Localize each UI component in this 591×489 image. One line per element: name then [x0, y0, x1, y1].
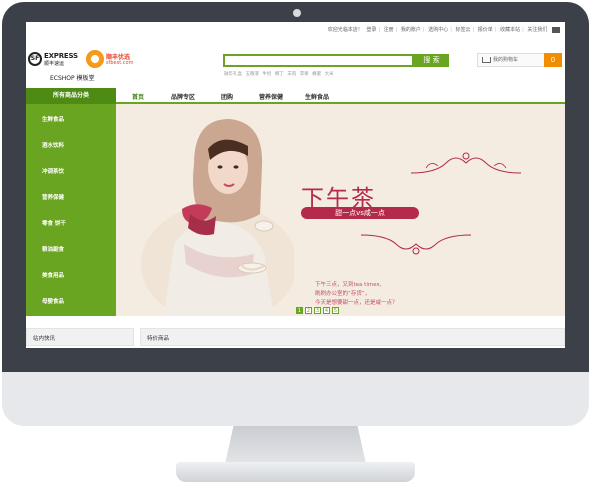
search-button[interactable]: 搜 索 [414, 54, 449, 67]
ornament-bottom [360, 234, 472, 255]
my-account-link[interactable]: 我的账户 [400, 27, 422, 33]
banner-line: 刷刷办公室的“存货”， [315, 291, 371, 297]
camera-dot [293, 9, 301, 17]
hot-keyword[interactable]: 牛奶 [262, 72, 271, 77]
hot-keyword[interactable]: 五粮液 [245, 72, 259, 77]
banner-line: 下午三点，又到tea times, [315, 282, 382, 288]
cart-count-badge[interactable]: 0 [544, 53, 562, 67]
nav-item-home[interactable]: 首页 [132, 92, 144, 101]
tag-cloud-link[interactable]: 标签云 [455, 27, 472, 33]
hot-keyword[interactable]: 羊肉 [287, 72, 296, 77]
special-panel-title: 特价商品 [140, 328, 565, 346]
cart-label: 我的购物车 [493, 57, 519, 63]
category-item[interactable]: 生鲜食品 [42, 115, 64, 123]
hot-keyword[interactable]: 大米 [325, 72, 334, 77]
login-link[interactable]: 登录 [365, 27, 377, 33]
edition-label: ECSHOP 模板堂 [50, 75, 95, 82]
hot-keyword[interactable]: 苹果 [300, 72, 309, 77]
category-item[interactable]: 粮油副食 [42, 245, 64, 253]
sf-express-text: EXPRESS [44, 52, 78, 60]
category-item[interactable]: 母婴食品 [42, 297, 64, 305]
screen: 欢迎光临本店！ 登录 | 注册 | 我的账户 | 选购中心 | 标签云 | 报价单 | 收藏… [26, 22, 565, 348]
hot-keyword[interactable]: 蜂蜜 [312, 72, 321, 77]
monitor-stand-neck [225, 426, 366, 464]
news-panel-title: 站内快讯 [26, 328, 134, 346]
category-item[interactable]: 冲调茶饮 [42, 167, 64, 175]
search-input[interactable] [223, 54, 414, 67]
favorite-link[interactable]: 收藏本站 [499, 27, 521, 33]
pager-dot[interactable]: 2 [305, 307, 312, 314]
monitor-chin [2, 372, 589, 426]
nav-item-group-buy[interactable]: 团购 [221, 92, 233, 101]
sfbest-url: sfbest.com [106, 60, 134, 66]
hot-keywords: 融年礼盒 五粮液 牛奶 椰丁 羊肉 苹果 蜂蜜 大米 [224, 71, 336, 77]
pager-dot[interactable]: 4 [323, 307, 330, 314]
category-item[interactable]: 零食 饼干 [42, 219, 66, 227]
pager-dot[interactable]: 5 [332, 307, 339, 314]
category-item[interactable]: 美食用品 [42, 271, 64, 279]
nav-item-fresh[interactable]: 生鲜食品 [305, 92, 329, 101]
hot-keyword[interactable]: 融年礼盒 [224, 72, 242, 77]
hero-banner[interactable]: 下午茶 甜一点vs咸一点 下午三点，又到tea times, 刷刷办公室的“存货… [116, 104, 565, 316]
shopping-center-link[interactable]: 选购中心 [427, 27, 449, 33]
welcome-text: 欢迎光临本店！ [327, 27, 363, 33]
nav-item-brand[interactable]: 品牌专区 [171, 92, 195, 101]
sf-express-logo[interactable]: SF EXPRESS 顺丰速运 [28, 52, 78, 67]
register-link[interactable]: 注册 [383, 27, 395, 33]
category-header[interactable]: 所有商品分类 [26, 88, 116, 104]
banner-ribbon: 甜一点vs咸一点 [301, 207, 419, 219]
hot-keyword[interactable]: 椰丁 [275, 72, 284, 77]
cart-button[interactable]: 我的购物车 [477, 53, 545, 67]
sf-mark: SF [28, 52, 42, 66]
sun-icon [86, 50, 104, 68]
ornament-top [410, 152, 522, 174]
cart-icon [482, 57, 491, 63]
follow-us-link[interactable]: 关注我们 [526, 27, 548, 33]
sf-express-subtitle: 顺丰速运 [44, 61, 65, 67]
category-menu: 生鲜食品 酒水饮料 冲调茶饮 营养保健 零食 饼干 粮油副食 美食用品 母婴食品 [26, 104, 116, 316]
monitor-stand-base [176, 462, 415, 482]
banner-line: 今天是想要甜一点，还是咸一点？ [315, 300, 398, 306]
pager-dot[interactable]: 3 [314, 307, 321, 314]
category-item[interactable]: 酒水饮料 [42, 141, 64, 149]
qr-code-icon[interactable] [552, 26, 560, 33]
pager-dot[interactable]: 1 [296, 307, 303, 314]
category-item[interactable]: 营养保健 [42, 193, 64, 201]
top-bar: 欢迎光临本店！ 登录 | 注册 | 我的账户 | 选购中心 | 标签云 | 报价单 | 收藏… [26, 26, 560, 33]
sfbest-logo[interactable]: 顺丰优选 sfbest.com [86, 50, 136, 70]
quote-link[interactable]: 报价单 [477, 27, 494, 33]
nav-item-health[interactable]: 营养保健 [259, 92, 283, 101]
